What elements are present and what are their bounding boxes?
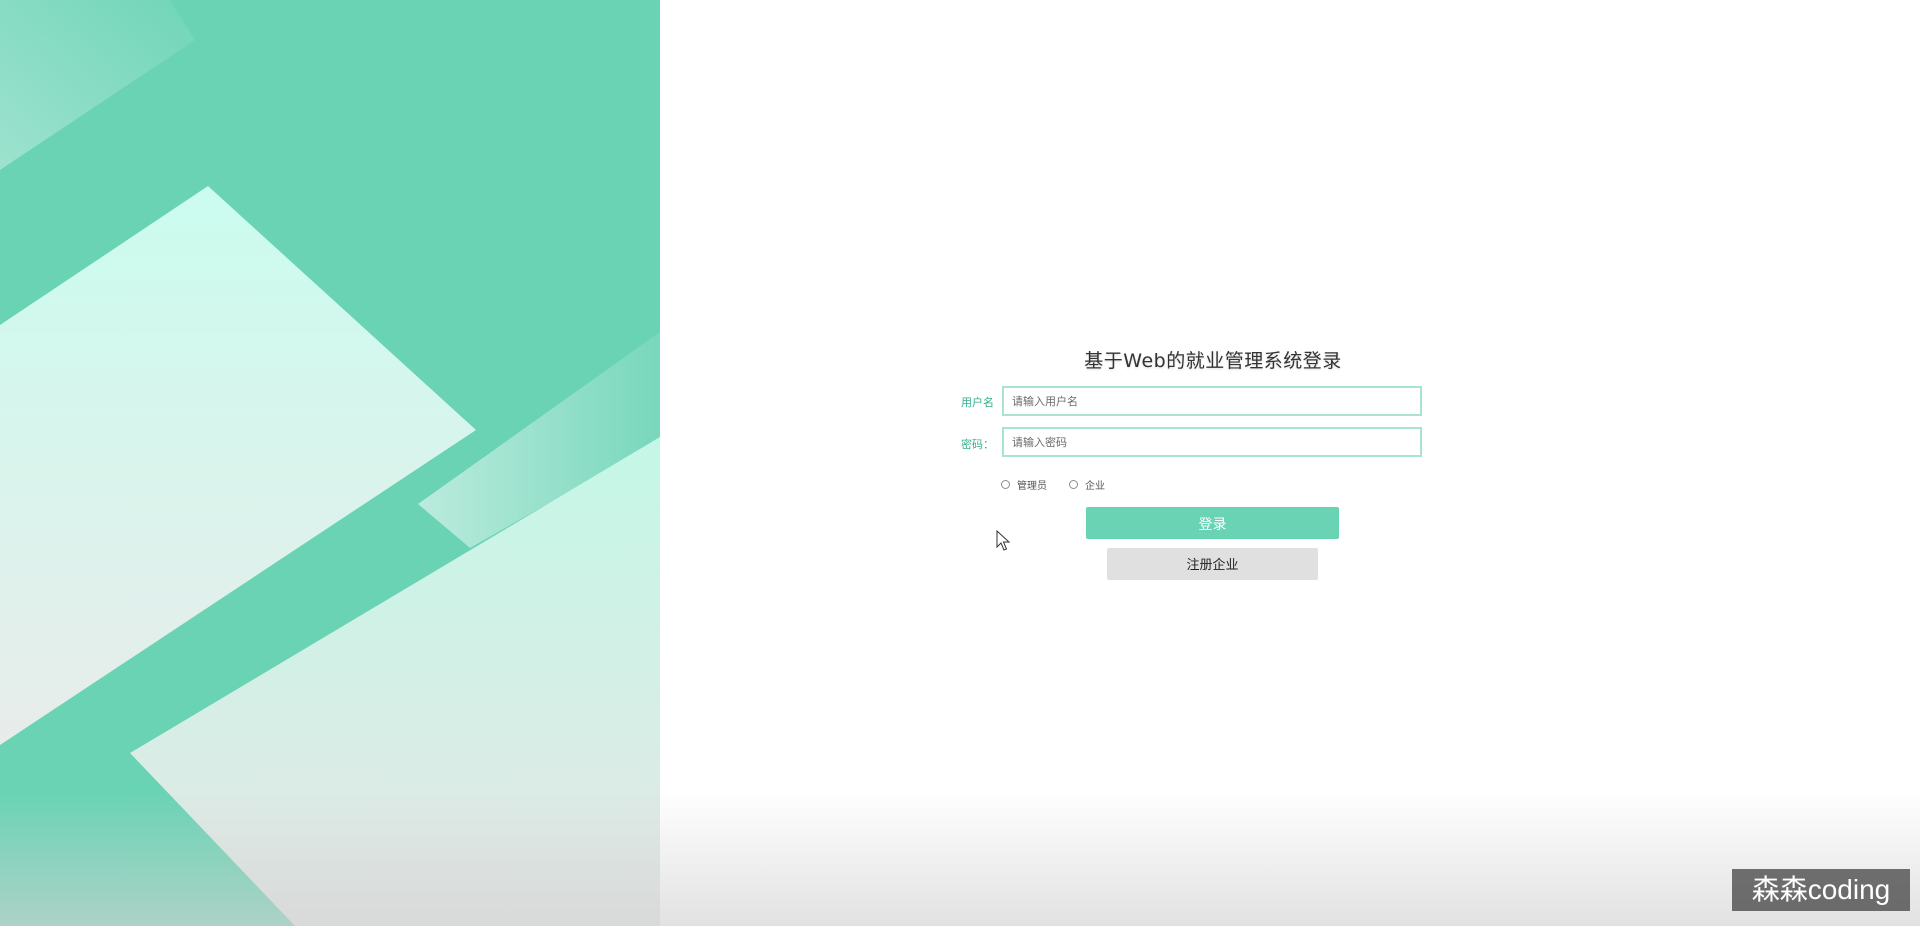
login-panel — [660, 0, 1920, 926]
register-enterprise-button[interactable]: 注册企业 — [1107, 548, 1318, 580]
watermark: 森森coding — [1732, 869, 1910, 911]
mouse-pointer-icon — [996, 530, 1011, 551]
login-title: 基于Web的就业管理系统登录 — [1084, 350, 1342, 372]
radio-circle-icon[interactable] — [1069, 479, 1078, 489]
decorative-background-panel — [0, 0, 660, 926]
login-button[interactable]: 登录 — [1086, 507, 1339, 539]
role-option-label: 企业 — [1085, 480, 1105, 492]
radio-circle-icon[interactable] — [1001, 479, 1010, 489]
username-label: 用户名 — [961, 396, 994, 409]
password-input[interactable] — [1002, 427, 1422, 457]
role-radio-group: 管理员 企业 — [1001, 476, 1127, 492]
role-option-admin[interactable]: 管理员 — [1001, 477, 1047, 492]
geometric-background-art — [0, 0, 660, 926]
role-option-enterprise[interactable]: 企业 — [1069, 477, 1105, 492]
username-input[interactable] — [1002, 386, 1422, 416]
background-shape-top — [0, 0, 195, 170]
role-option-label: 管理员 — [1017, 480, 1047, 492]
password-label: 密码： — [961, 438, 994, 451]
